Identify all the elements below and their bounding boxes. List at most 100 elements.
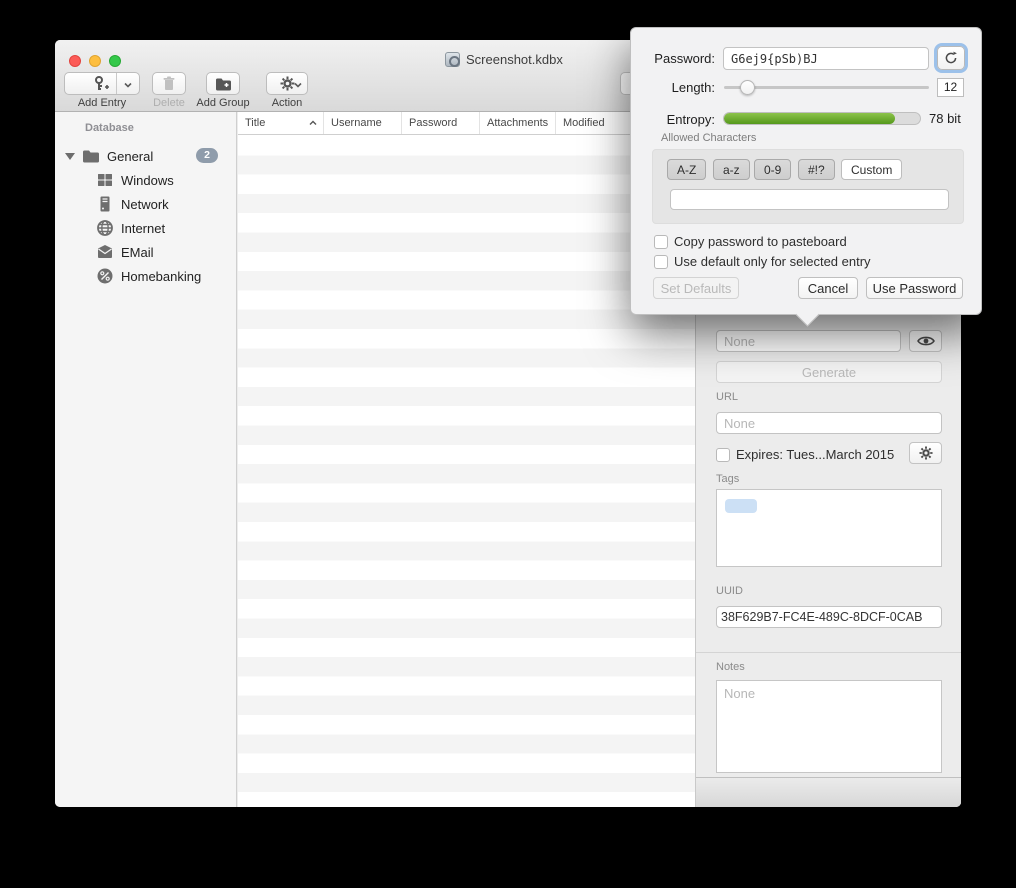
uuid-field[interactable] xyxy=(716,606,942,628)
column-header-title[interactable]: Title xyxy=(238,112,324,134)
sidebar-item-general[interactable]: General 2 xyxy=(55,144,236,168)
envelope-icon xyxy=(96,243,114,261)
sidebar-item-homebanking[interactable]: Homebanking xyxy=(55,264,236,288)
entry-url-input[interactable] xyxy=(716,412,942,434)
refresh-icon xyxy=(944,51,958,65)
generate-button[interactable]: Generate xyxy=(716,361,942,383)
action-dropdown-icon xyxy=(294,81,302,89)
add-entry-button[interactable] xyxy=(64,72,140,95)
folder-plus-icon xyxy=(215,77,232,91)
length-value-field[interactable]: 12 xyxy=(937,78,964,97)
column-header-password[interactable]: Password xyxy=(402,112,480,134)
sidebar-item-label: General xyxy=(107,149,153,164)
notes-section-label: Notes xyxy=(716,661,745,673)
reveal-password-button[interactable] xyxy=(909,330,942,352)
add-group-label: Add Group xyxy=(193,97,253,109)
use-password-button[interactable]: Use Password xyxy=(866,277,963,299)
sidebar-item-label: Windows xyxy=(121,173,174,188)
add-entry-dropdown-icon[interactable] xyxy=(124,81,132,89)
sidebar-item-label: Internet xyxy=(121,221,165,236)
url-section-label: URL xyxy=(716,391,738,403)
length-label: Length: xyxy=(643,80,715,95)
generated-password-label: Password: xyxy=(643,51,715,66)
use-default-checkbox[interactable] xyxy=(654,255,668,269)
allowed-characters-box: A-Z a-z 0-9 #!? Custom xyxy=(652,149,964,224)
column-header-attachments[interactable]: Attachments xyxy=(480,112,556,134)
sidebar-item-email[interactable]: EMail xyxy=(55,240,236,264)
gear-icon xyxy=(919,446,933,460)
tags-box[interactable] xyxy=(716,489,942,567)
trash-icon xyxy=(162,76,176,91)
use-default-label: Use default only for selected entry xyxy=(674,254,871,269)
entry-table: Title Username Password Attachments Modi… xyxy=(238,112,695,807)
delete-button[interactable] xyxy=(152,72,186,95)
uuid-section-label: UUID xyxy=(716,585,743,597)
zoom-window-button[interactable] xyxy=(109,55,121,67)
disclosure-triangle-icon[interactable] xyxy=(65,153,75,160)
charset-uppercase-button[interactable]: A-Z xyxy=(667,159,706,180)
sidebar-item-windows[interactable]: Windows xyxy=(55,168,236,192)
sidebar-section-database: Database xyxy=(85,122,134,134)
add-entry-label: Add Entry xyxy=(64,97,140,109)
expires-label: Expires: Tues...March 2015 xyxy=(736,447,894,462)
entropy-label: Entropy: xyxy=(643,112,715,127)
column-header-username[interactable]: Username xyxy=(324,112,402,134)
length-slider[interactable] xyxy=(724,86,929,89)
window-title: Screenshot.kdbx xyxy=(466,52,563,67)
use-default-row: Use default only for selected entry xyxy=(654,254,871,269)
copy-password-checkbox[interactable] xyxy=(654,235,668,249)
minimize-window-button[interactable] xyxy=(89,55,101,67)
windows-icon xyxy=(96,171,114,189)
percent-icon xyxy=(96,267,114,285)
gear-icon xyxy=(280,76,295,91)
password-generator-popover: Password: Length: 12 Entropy: 78 bit All… xyxy=(630,27,982,315)
add-group-button[interactable] xyxy=(206,72,240,95)
expires-checkbox[interactable] xyxy=(716,448,730,462)
delete-label: Delete xyxy=(141,97,197,109)
action-button[interactable] xyxy=(266,72,308,95)
title-bar: Screenshot.kdbx xyxy=(445,52,563,67)
copy-password-row: Copy password to pasteboard xyxy=(654,234,847,249)
inspector-bottom-bar xyxy=(696,777,961,807)
close-window-button[interactable] xyxy=(69,55,81,67)
sidebar-item-internet[interactable]: Internet xyxy=(55,216,236,240)
action-label: Action xyxy=(266,97,308,109)
folder-icon xyxy=(82,147,100,165)
allowed-characters-label: Allowed Characters xyxy=(661,132,756,144)
charset-custom-button[interactable]: Custom xyxy=(841,159,902,180)
expires-row: Expires: Tues...March 2015 xyxy=(716,447,894,462)
entry-password-input[interactable] xyxy=(716,330,901,352)
cancel-button[interactable]: Cancel xyxy=(798,277,858,299)
charset-digits-button[interactable]: 0-9 xyxy=(754,159,791,180)
regenerate-password-button[interactable] xyxy=(937,46,965,70)
entropy-bar xyxy=(723,112,921,125)
length-slider-knob[interactable] xyxy=(740,80,755,95)
sidebar-item-label: Homebanking xyxy=(121,269,201,284)
key-plus-icon xyxy=(92,76,112,92)
sidebar-item-label: Network xyxy=(121,197,169,212)
notes-placeholder: None xyxy=(717,681,941,706)
tags-section-label: Tags xyxy=(716,473,739,485)
sort-ascending-icon xyxy=(309,120,317,126)
custom-characters-input[interactable] xyxy=(670,189,949,210)
expires-settings-button[interactable] xyxy=(909,442,942,464)
sidebar: Database General 2 Windows xyxy=(55,112,237,807)
document-icon xyxy=(445,52,460,67)
server-icon xyxy=(96,195,114,213)
charset-lowercase-button[interactable]: a-z xyxy=(713,159,750,180)
entropy-bits: 78 bit xyxy=(929,111,961,126)
set-defaults-button[interactable]: Set Defaults xyxy=(653,277,739,299)
sidebar-item-label: EMail xyxy=(121,245,154,260)
eye-icon xyxy=(917,335,935,347)
table-body[interactable] xyxy=(238,136,695,807)
charset-symbols-button[interactable]: #!? xyxy=(798,159,835,180)
notes-textarea[interactable]: None xyxy=(716,680,942,773)
divider xyxy=(696,652,961,653)
table-header: Title Username Password Attachments Modi… xyxy=(238,112,695,135)
empty-tag-pill[interactable] xyxy=(725,499,757,513)
copy-password-label: Copy password to pasteboard xyxy=(674,234,847,249)
globe-icon xyxy=(96,219,114,237)
sidebar-item-network[interactable]: Network xyxy=(55,192,236,216)
generated-password-input[interactable] xyxy=(723,47,929,70)
group-count-badge: 2 xyxy=(196,148,218,163)
